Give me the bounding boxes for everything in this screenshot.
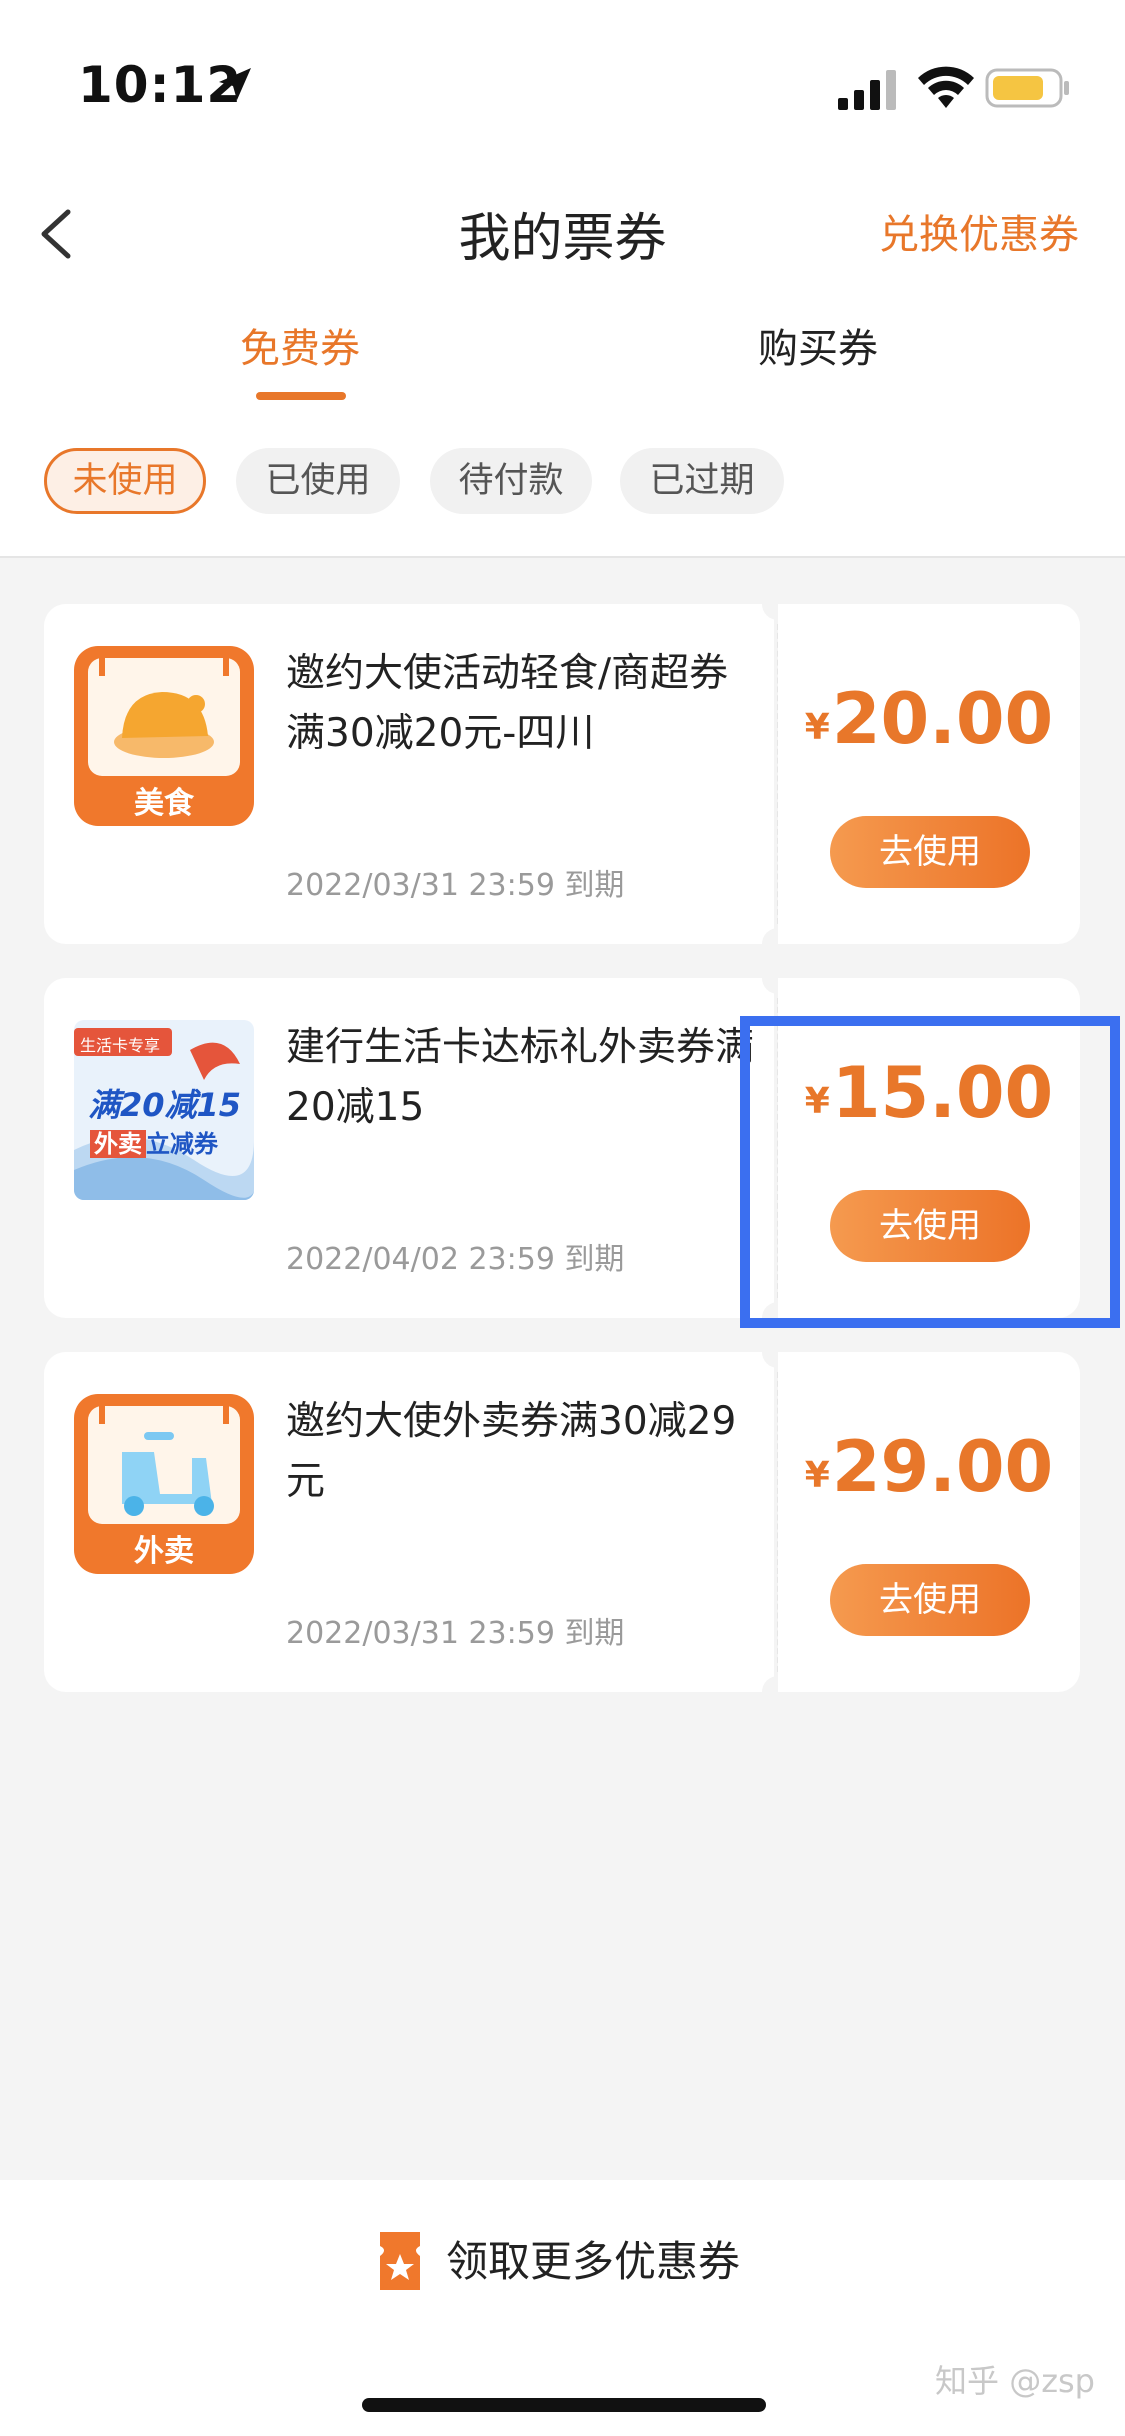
coupon-expiry: 2022/03/31 23:59 到期 (286, 1616, 625, 1651)
wifi-icon (918, 66, 974, 108)
get-more-coupons-label: 领取更多优惠券 (446, 2237, 741, 2286)
status-filters: 未使用 已使用 待付款 已过期 (0, 410, 1125, 558)
promo-image-tag: 外卖 (90, 1130, 146, 1158)
waimai-promo-image: 生活卡专享 满20减15 外卖 立减券 (74, 1020, 254, 1200)
home-indicator[interactable] (362, 2398, 766, 2412)
coupon-screen: 10:12 我的票券 兑换优惠券 免费券 购买券 未使用 已使用 待付款 已过期… (0, 0, 1125, 2436)
redeem-coupon-link[interactable]: 兑换优惠券 (879, 202, 1079, 260)
cellular-signal-icon (838, 70, 896, 110)
filter-unused[interactable]: 未使用 (44, 448, 206, 514)
active-tab-indicator (256, 392, 346, 400)
coupon-type-tabs: 免费券 购买券 (0, 300, 1125, 410)
filter-used[interactable]: 已使用 (236, 448, 400, 514)
coupon-card: 外卖 邀约大使外卖券满30减29元 2022/03/31 23:59 到期 ¥2… (44, 1336, 1080, 1708)
coupon-card: 美食 邀约大使活动轻食/商超券满30减20元-四川 2022/03/31 23:… (44, 588, 1080, 960)
food-coupon-label: 美食 (134, 786, 194, 821)
battery-icon (985, 68, 1069, 108)
coupon-info: 外卖 邀约大使外卖券满30减29元 2022/03/31 23:59 到期 (44, 1352, 774, 1692)
status-bar: 10:12 (0, 0, 1125, 170)
currency-symbol: ¥ (804, 1455, 830, 1496)
coupon-expiry: 2022/03/31 23:59 到期 (286, 868, 625, 903)
coupon-value: ¥29.00 去使用 (778, 1352, 1080, 1692)
tab-purchased-coupons[interactable]: 购买券 (758, 316, 878, 374)
delivery-coupon-label: 外卖 (134, 1534, 194, 1569)
currency-symbol: ¥ (804, 707, 830, 748)
filter-pending-payment[interactable]: 待付款 (430, 448, 592, 514)
nav-header: 我的票券 兑换优惠券 (0, 170, 1125, 300)
coupon-info: 生活卡专享 满20减15 外卖 立减券 建行生活卡达标礼外卖券满20减15 202… (44, 978, 774, 1318)
coupon-title: 建行生活卡达标礼外卖券满20减15 (286, 1025, 755, 1130)
coupon-price: ¥29.00 (778, 1426, 1080, 1508)
use-coupon-button[interactable]: 去使用 (830, 1564, 1030, 1636)
coupon-price: ¥20.00 (778, 678, 1080, 760)
price-amount: 20.00 (831, 678, 1054, 760)
promo-image-tag-suffix: 立减券 (146, 1130, 218, 1158)
watermark-text: 知乎 @zsp (935, 2362, 1095, 2400)
tab-free-coupons[interactable]: 免费券 (240, 316, 360, 374)
filter-expired[interactable]: 已过期 (620, 448, 784, 514)
food-coupon-image: 美食 (74, 646, 254, 826)
price-amount: 29.00 (831, 1426, 1054, 1508)
coupon-title: 邀约大使活动轻食/商超券满30减20元-四川 (286, 651, 729, 756)
promo-image-headline: 满20减15 (88, 1086, 242, 1124)
coupon-value: ¥20.00 去使用 (778, 604, 1080, 944)
highlight-annotation-box (740, 1016, 1120, 1328)
promo-image-badge: 生活卡专享 (80, 1036, 161, 1055)
coupon-title: 邀约大使外卖券满30减29元 (286, 1399, 737, 1504)
delivery-coupon-image: 外卖 (74, 1394, 254, 1574)
promo-image-tag-row: 外卖 立减券 (90, 1124, 218, 1159)
location-arrow-icon (219, 68, 251, 100)
coupon-expiry: 2022/04/02 23:59 到期 (286, 1242, 625, 1277)
use-coupon-button[interactable]: 去使用 (830, 816, 1030, 888)
coupon-info: 美食 邀约大使活动轻食/商超券满30减20元-四川 2022/03/31 23:… (44, 604, 774, 944)
ticket-icon (380, 2232, 420, 2290)
